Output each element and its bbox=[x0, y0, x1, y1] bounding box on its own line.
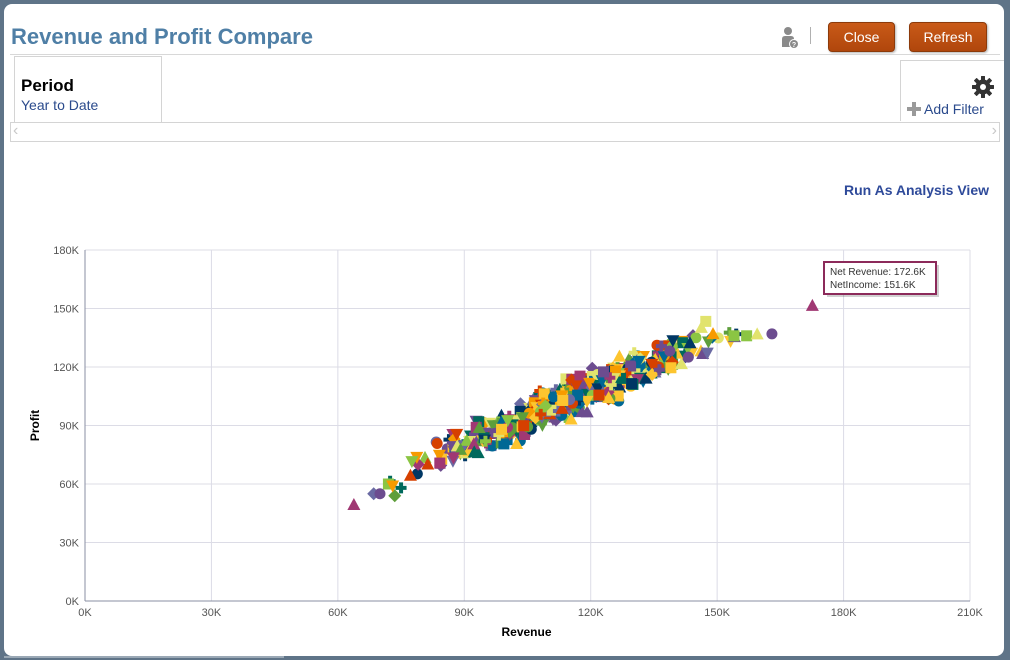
x-tick-label: 0K bbox=[78, 607, 92, 619]
x-tick-label: 180K bbox=[831, 607, 857, 619]
x-tick-label: 120K bbox=[578, 607, 604, 619]
chart-tooltip: Net Revenue: 172.6K NetIncome: 151.6K bbox=[823, 261, 939, 297]
y-tick-label: 0K bbox=[66, 596, 80, 608]
marker-triangle-up bbox=[805, 298, 819, 311]
horizontal-scrollbar[interactable] bbox=[4, 656, 284, 658]
tooltip-line: NetIncome: 151.6K bbox=[830, 280, 916, 291]
marker-triangle-up bbox=[750, 327, 764, 340]
x-axis-title: Revenue bbox=[501, 625, 551, 639]
marker-square bbox=[518, 420, 530, 432]
tooltip-line: Net Revenue: 172.6K bbox=[830, 267, 926, 278]
y-tick-label: 150K bbox=[53, 304, 79, 316]
scatter-chart: 0K 30K 60K 90K 120K 150K 180K 210K 0K 30K 60K 90K 12… bbox=[28, 245, 984, 639]
marker-square bbox=[741, 330, 753, 342]
marker-square bbox=[593, 389, 605, 401]
marker-circle bbox=[431, 438, 443, 450]
y-tick-label: 30K bbox=[59, 538, 79, 550]
marker-circle bbox=[374, 488, 386, 500]
marker-square bbox=[728, 330, 740, 342]
marker-triangle-up bbox=[347, 497, 361, 510]
marker-square bbox=[434, 457, 446, 469]
marker-square bbox=[557, 394, 569, 406]
marker-circle bbox=[682, 351, 694, 363]
x-tick-label: 150K bbox=[704, 607, 730, 619]
x-tick-label: 210K bbox=[957, 607, 983, 619]
marker-square bbox=[665, 362, 677, 374]
marker-square bbox=[496, 423, 508, 435]
x-tick-label: 30K bbox=[202, 607, 222, 619]
marker-circle bbox=[766, 328, 778, 340]
dialog: Revenue and Profit Compare ? Close Refre… bbox=[4, 4, 1004, 656]
data-points bbox=[347, 298, 819, 510]
y-tick-label: 180K bbox=[53, 245, 79, 257]
marker-square bbox=[626, 378, 638, 390]
marker-square bbox=[574, 370, 586, 382]
marker-triangle-up bbox=[612, 349, 626, 362]
y-tick-label: 60K bbox=[59, 479, 79, 491]
x-tick-label: 90K bbox=[454, 607, 474, 619]
y-tick-label: 120K bbox=[53, 362, 79, 374]
x-tick-label: 60K bbox=[328, 607, 348, 619]
y-tick-label: 90K bbox=[59, 421, 79, 433]
y-axis-title: Profit bbox=[28, 410, 42, 441]
marker-square bbox=[597, 366, 609, 378]
window-scrollbar[interactable] bbox=[1004, 0, 1010, 660]
